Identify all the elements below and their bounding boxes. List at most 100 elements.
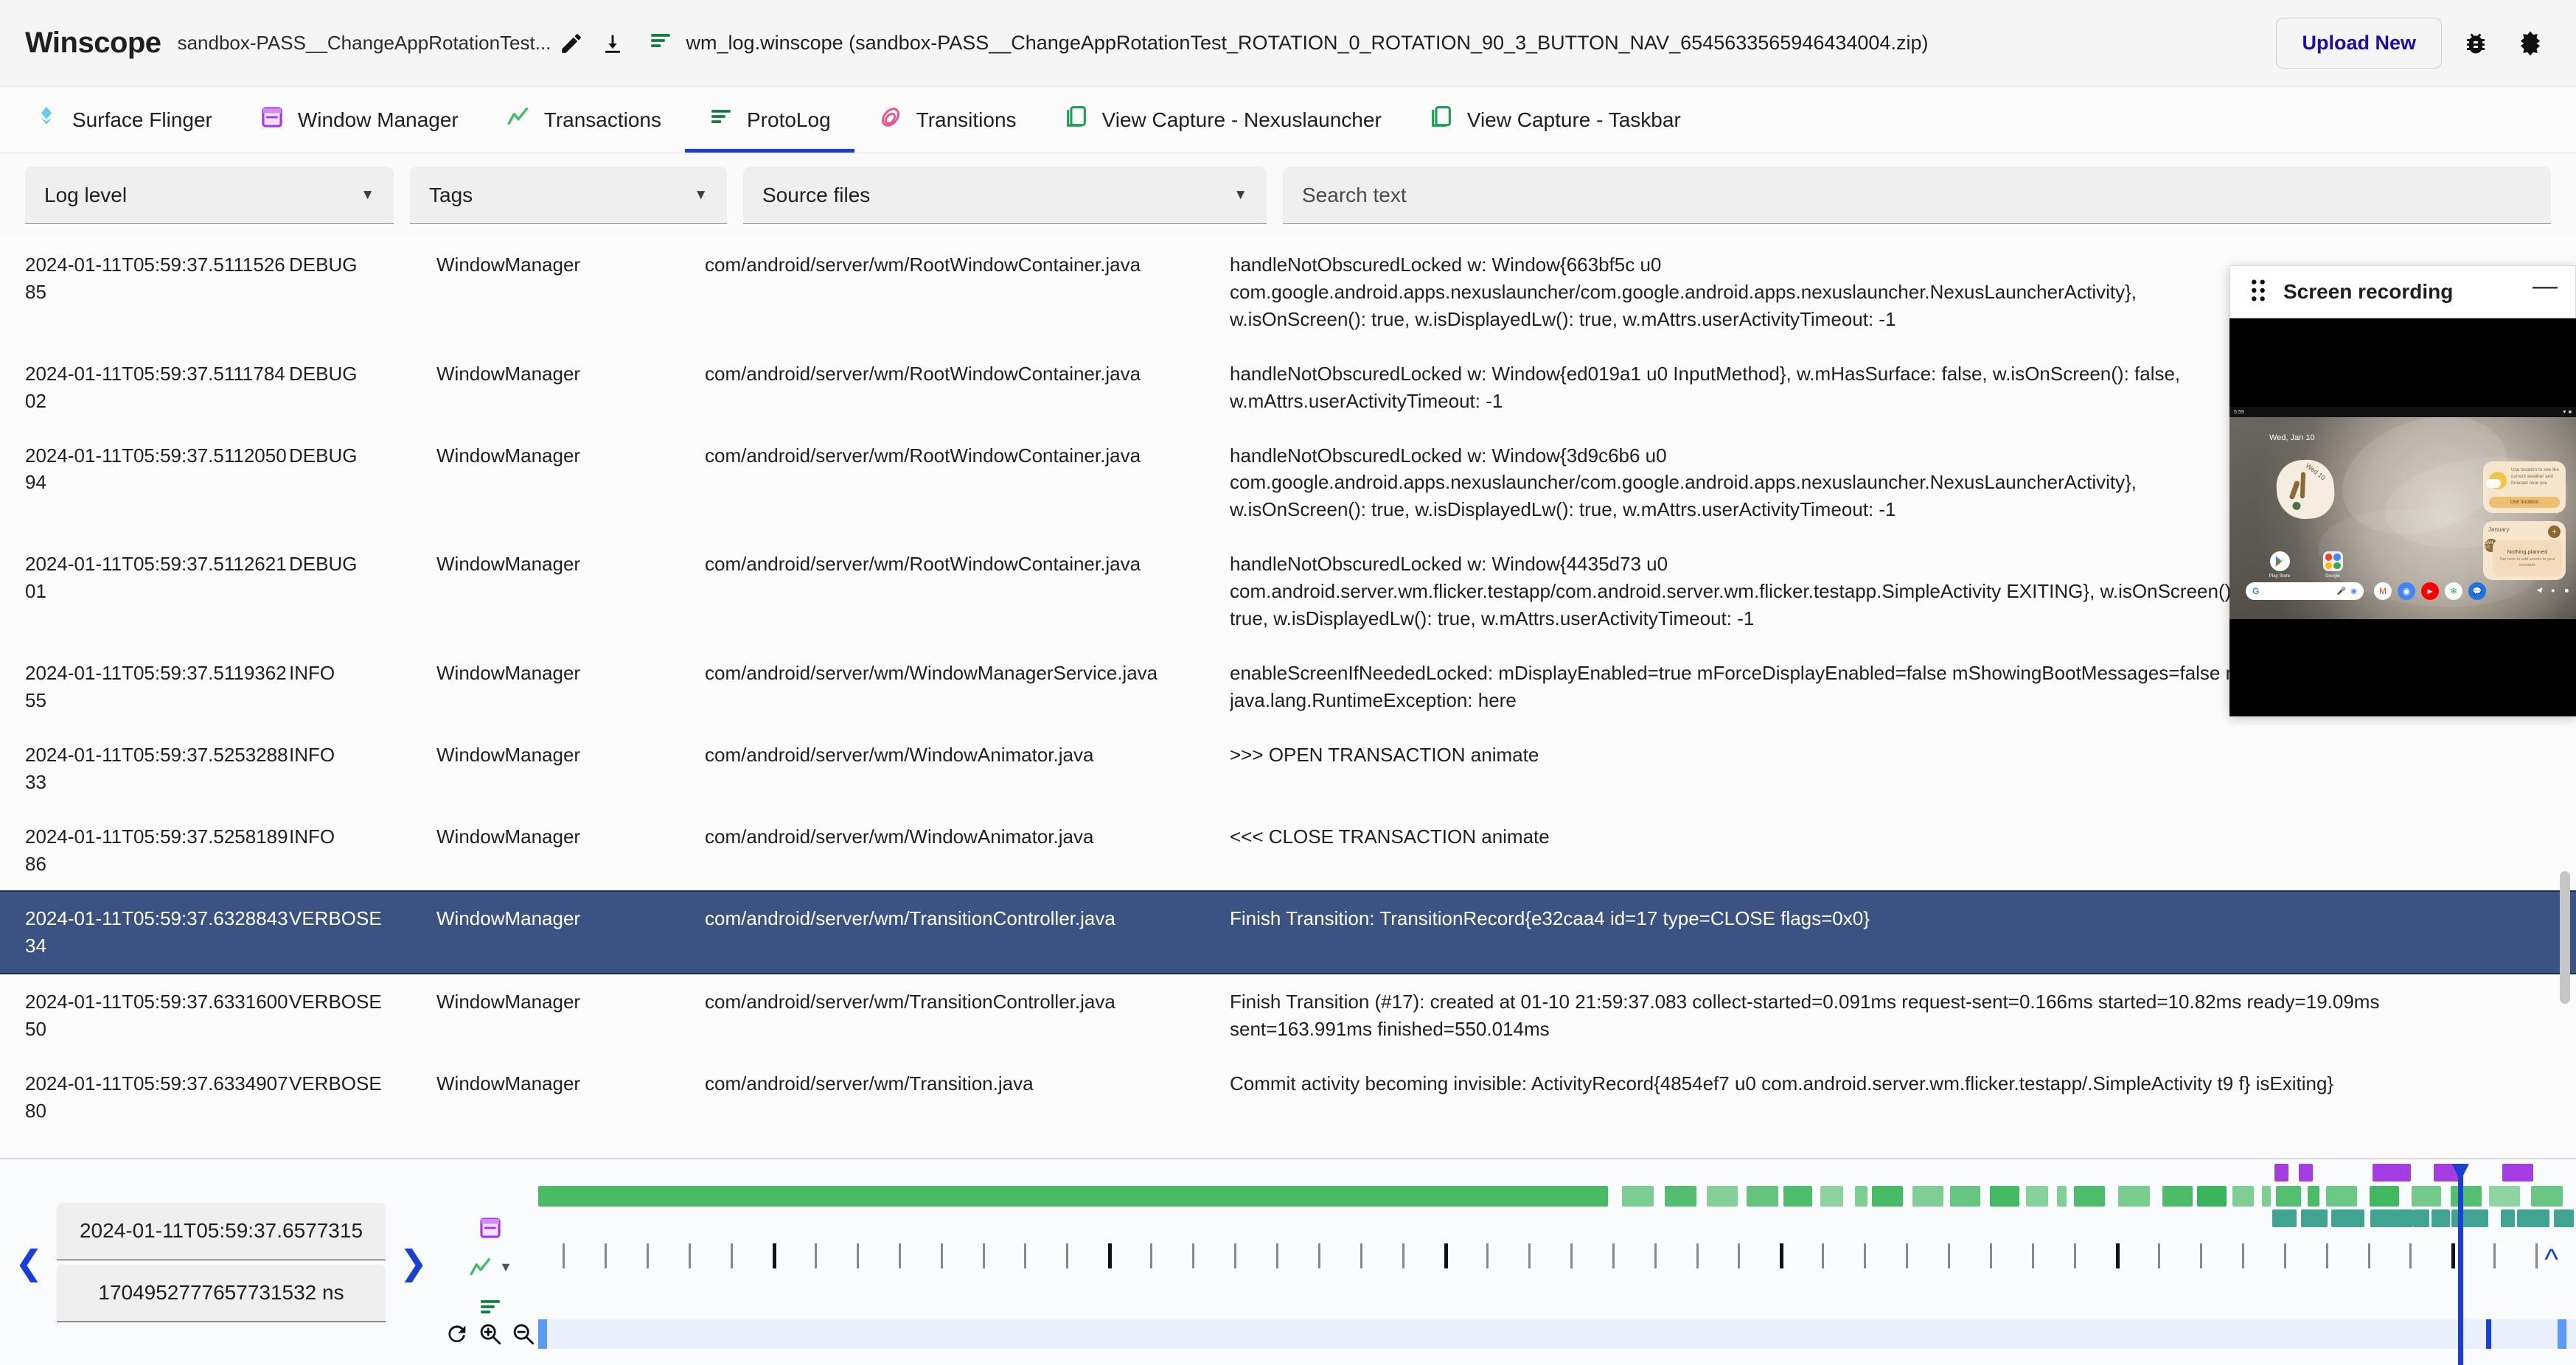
- dark-mode-icon[interactable]: [2510, 23, 2551, 64]
- raw-timestamp-input[interactable]: [56, 1264, 386, 1322]
- youtube-icon[interactable]: ▶: [2421, 582, 2439, 600]
- timeline-segment[interactable]: [2274, 1164, 2289, 1181]
- timeline-track-window-manager[interactable]: [538, 1186, 2576, 1207]
- timeline-segment[interactable]: [2162, 1186, 2193, 1207]
- protolog-table[interactable]: 2024-01-11T05:59:37.511152685 DEBUG Window…: [0, 237, 2576, 1159]
- tab-view-capture-nexuslauncher[interactable]: View Capture - Nexuslauncher: [1040, 87, 1405, 153]
- timeline-segment[interactable]: [2488, 1186, 2521, 1207]
- timeline-segment[interactable]: [2300, 1209, 2328, 1227]
- calendar-widget[interactable]: January + JAN 10 Nothing planned Tap her…: [2483, 521, 2566, 580]
- tab-view-capture-taskbar[interactable]: View Capture - Taskbar: [1405, 87, 1705, 153]
- timeline-segment[interactable]: [1872, 1186, 1904, 1207]
- timeline-segment[interactable]: [1783, 1186, 1812, 1207]
- download-icon[interactable]: [592, 23, 633, 64]
- human-timestamp-input[interactable]: [56, 1202, 386, 1260]
- table-row[interactable]: 2024-01-11T05:59:37.525328833 INFO WindowM…: [0, 727, 2576, 809]
- upload-new-button[interactable]: Upload New: [2276, 18, 2442, 69]
- table-row[interactable]: 2024-01-11T05:59:37.511152685 DEBUG Window…: [0, 237, 2576, 346]
- tags-select[interactable]: Tags ▼: [410, 167, 727, 224]
- bug-report-icon[interactable]: [2455, 23, 2496, 64]
- tab-surface-flinger[interactable]: Surface Flinger: [10, 87, 236, 153]
- timeline-segment[interactable]: [538, 1186, 1609, 1207]
- zoom-in-icon[interactable]: [476, 1313, 506, 1355]
- timeline-segment[interactable]: [2502, 1164, 2533, 1181]
- home-nav-icon[interactable]: ●: [2551, 587, 2555, 594]
- table-row[interactable]: 2024-01-11T05:59:37.525818986 INFO WindowM…: [0, 809, 2576, 891]
- recents-nav-icon[interactable]: ■: [2565, 587, 2569, 594]
- timeline-segment[interactable]: [2516, 1209, 2550, 1227]
- add-event-button[interactable]: +: [2548, 526, 2561, 538]
- timeline-segment[interactable]: [2117, 1186, 2150, 1207]
- tab-protolog[interactable]: ProtoLog: [685, 87, 854, 153]
- timeline-track-protolog[interactable]: [538, 1209, 2576, 1227]
- timeline-track-transactions[interactable]: [538, 1164, 2576, 1181]
- timeline-icon-transactions[interactable]: ▼: [468, 1251, 512, 1285]
- timeline-segment[interactable]: [2074, 1186, 2106, 1207]
- table-row[interactable]: 2024-01-11T05:59:37.511178402 DEBUG Window…: [0, 346, 2576, 428]
- timeline-segment[interactable]: [2272, 1209, 2297, 1227]
- lens-icon[interactable]: ◉: [2350, 587, 2357, 596]
- timeline-icon-window-manager[interactable]: [478, 1211, 503, 1245]
- timeline-cursor-handle[interactable]: ▼: [2446, 1156, 2476, 1186]
- search-input[interactable]: [1302, 183, 2532, 207]
- expand-up-icon[interactable]: ^: [2540, 1240, 2563, 1279]
- minimize-icon[interactable]: —: [2533, 273, 2558, 302]
- table-row[interactable]: 2024-01-11T05:59:37.511262101 DEBUG Window…: [0, 537, 2576, 646]
- photos-icon[interactable]: ❄: [2445, 582, 2462, 600]
- timeline-segment[interactable]: [1990, 1186, 2019, 1207]
- timeline-segment[interactable]: [1820, 1186, 1844, 1207]
- timeline-segment[interactable]: [1706, 1186, 1738, 1207]
- timeline-segment[interactable]: [2275, 1186, 2301, 1207]
- table-row[interactable]: 2024-01-11T05:59:37.633490780 VERBOSE Wind…: [0, 1056, 2576, 1138]
- timeline-segment[interactable]: [1912, 1186, 1944, 1207]
- pencil-icon[interactable]: [551, 23, 592, 64]
- app-play-store[interactable]: Play Store: [2266, 551, 2293, 579]
- search-text-field[interactable]: [1283, 167, 2551, 224]
- tab-transitions[interactable]: Transitions: [854, 87, 1040, 153]
- timeline-segment[interactable]: [1855, 1186, 1868, 1207]
- log-level-select[interactable]: Log level ▼: [25, 167, 394, 224]
- back-nav-icon[interactable]: ◀: [2536, 586, 2541, 594]
- messages-icon[interactable]: 💬: [2468, 582, 2486, 600]
- chevron-left-icon[interactable]: ❮: [10, 1241, 48, 1284]
- timeline-segment[interactable]: [2553, 1209, 2575, 1227]
- timeline-segment[interactable]: [2196, 1186, 2227, 1207]
- table-row[interactable]: 2024-01-11T05:59:37.632884334 VERBOSE Wind…: [0, 890, 2576, 975]
- mic-icon[interactable]: 🎤: [2337, 587, 2346, 596]
- timeline-segment[interactable]: [2325, 1186, 2358, 1207]
- weather-widget[interactable]: Use location to see the current weather …: [2483, 461, 2566, 513]
- app-google-folder[interactable]: Google: [2319, 551, 2346, 579]
- timeline-segment[interactable]: [2025, 1186, 2048, 1207]
- tab-transactions[interactable]: Transactions: [482, 87, 685, 153]
- timeline-segment[interactable]: [2531, 1186, 2563, 1207]
- drag-handle-icon[interactable]: [2248, 278, 2269, 307]
- timeline-segment[interactable]: [2411, 1186, 2441, 1207]
- zoom-out-icon[interactable]: [508, 1313, 538, 1355]
- table-scrollbar-thumb[interactable]: [2560, 871, 2570, 1004]
- timeline-segment[interactable]: [2500, 1209, 2516, 1227]
- source-files-select[interactable]: Source files ▼: [743, 167, 1267, 224]
- timeline-segment[interactable]: [2412, 1209, 2429, 1227]
- screen-recording-header[interactable]: Screen recording —: [2229, 265, 2576, 318]
- timeline-minimap[interactable]: [538, 1319, 2576, 1349]
- minimap-handle-left[interactable]: [538, 1319, 547, 1349]
- timeline-segment[interactable]: [2370, 1209, 2413, 1227]
- timeline-segment[interactable]: [1665, 1186, 1696, 1207]
- timeline-segment[interactable]: [2308, 1186, 2319, 1207]
- timeline-segment[interactable]: [2372, 1164, 2412, 1181]
- timeline-segment[interactable]: [2369, 1186, 2400, 1207]
- timeline-segment[interactable]: [2261, 1186, 2272, 1207]
- timeline-ruler[interactable]: [538, 1239, 2576, 1273]
- screen-recording-video[interactable]: 5:59 ▼ ■ Wed, Jan 10 Wed 10 Use location…: [2229, 318, 2576, 716]
- screen-recording-panel[interactable]: Screen recording — 5:59 ▼ ■ Wed, Jan 10: [2229, 265, 2576, 716]
- table-row[interactable]: 2024-01-11T05:59:37.511205094 DEBUG Window…: [0, 428, 2576, 537]
- timeline-segment[interactable]: [1746, 1186, 1778, 1207]
- gmail-icon[interactable]: M: [2374, 582, 2392, 600]
- table-row[interactable]: 2024-01-11T05:59:37.633160050 VERBOSE Wind…: [0, 974, 2576, 1056]
- timeline-segment[interactable]: [2299, 1164, 2314, 1181]
- timeline-segment[interactable]: [2451, 1186, 2482, 1207]
- chevron-down-icon[interactable]: ▼: [499, 1260, 512, 1275]
- minimap-handle-right[interactable]: [2558, 1319, 2567, 1349]
- refresh-icon[interactable]: [442, 1313, 473, 1355]
- timeline-segment[interactable]: [1949, 1186, 1980, 1207]
